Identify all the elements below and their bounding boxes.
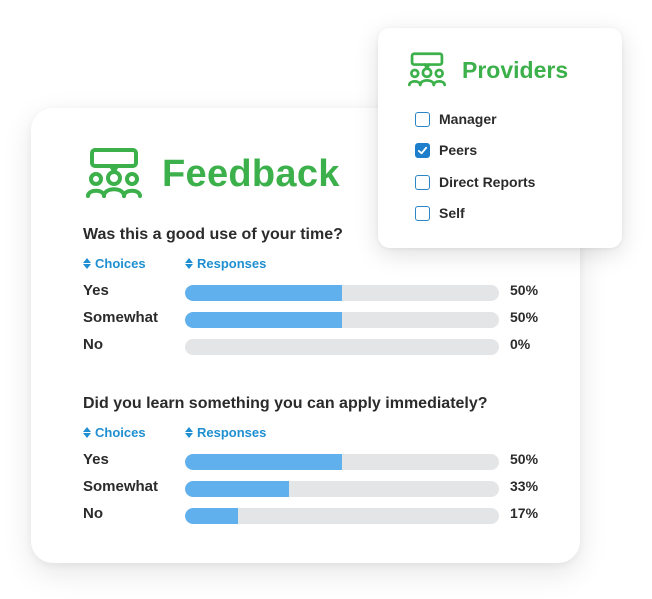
feedback-header: Feedback: [86, 148, 340, 200]
choice-label: Yes: [83, 282, 109, 299]
response-bar-track: [185, 454, 499, 470]
response-bar-track: [185, 508, 499, 524]
providers-group-icon: [408, 52, 446, 87]
response-percent: 50%: [510, 451, 539, 467]
checkbox[interactable]: [415, 142, 430, 158]
column-label: Responses: [197, 256, 267, 271]
sort-icon: [185, 427, 193, 438]
response-bar-track: [185, 339, 499, 355]
response-bar-fill: [185, 312, 342, 328]
sort-icon: [185, 258, 193, 269]
providers-popover: Providers Manager Peers Direct Reports S…: [378, 28, 622, 248]
option-label: Direct Reports: [439, 174, 536, 190]
response-row: Somewhat 33%: [83, 478, 583, 498]
checkbox[interactable]: [415, 174, 430, 190]
choice-label: Somewhat: [83, 309, 159, 326]
choice-label: No: [83, 505, 103, 522]
question-title: Was this a good use of your time?: [83, 226, 343, 243]
choice-label: No: [83, 336, 103, 353]
providers-header: Providers: [408, 52, 568, 88]
response-bar-fill: [185, 454, 342, 470]
choices-sort-header[interactable]: Choices: [83, 425, 146, 440]
response-row: Somewhat 50%: [83, 309, 583, 329]
response-bar-fill: [185, 481, 289, 497]
question-title: Did you learn something you can apply im…: [83, 395, 488, 412]
option-label: Manager: [439, 111, 497, 127]
response-percent: 0%: [510, 336, 531, 352]
provider-option-peers[interactable]: Peers: [415, 142, 477, 158]
response-row: No 17%: [83, 505, 583, 525]
checkmark-icon: [417, 146, 428, 154]
provider-option-self[interactable]: Self: [415, 205, 465, 221]
response-bar-fill: [185, 508, 239, 524]
sort-icon: [83, 258, 91, 269]
response-percent: 50%: [510, 282, 539, 298]
column-label: Choices: [95, 425, 146, 440]
choices-sort-header[interactable]: Choices: [83, 256, 146, 271]
response-row: Yes 50%: [83, 451, 583, 471]
response-bar-track: [185, 481, 499, 497]
checkbox[interactable]: [415, 205, 430, 221]
responses-sort-header[interactable]: Responses: [185, 425, 266, 440]
provider-option-manager[interactable]: Manager: [415, 111, 497, 127]
choice-label: Somewhat: [83, 478, 159, 495]
response-percent: 17%: [510, 505, 539, 521]
column-label: Responses: [197, 425, 267, 440]
option-label: Peers: [439, 142, 478, 158]
feedback-group-icon: [86, 148, 142, 198]
option-label: Self: [439, 205, 465, 221]
provider-option-direct-reports[interactable]: Direct Reports: [415, 174, 535, 190]
response-percent: 50%: [510, 309, 539, 325]
response-percent: 33%: [510, 478, 539, 494]
providers-title: Providers: [462, 56, 569, 83]
response-row: Yes 50%: [83, 282, 583, 302]
sort-icon: [83, 427, 91, 438]
response-bar-track: [185, 285, 499, 301]
responses-sort-header[interactable]: Responses: [185, 256, 266, 271]
feedback-title: Feedback: [162, 152, 340, 195]
response-bar-track: [185, 312, 499, 328]
response-row: No 0%: [83, 336, 583, 356]
checkbox[interactable]: [415, 111, 430, 127]
response-bar-fill: [185, 285, 342, 301]
column-label: Choices: [95, 256, 146, 271]
choice-label: Yes: [83, 451, 109, 468]
